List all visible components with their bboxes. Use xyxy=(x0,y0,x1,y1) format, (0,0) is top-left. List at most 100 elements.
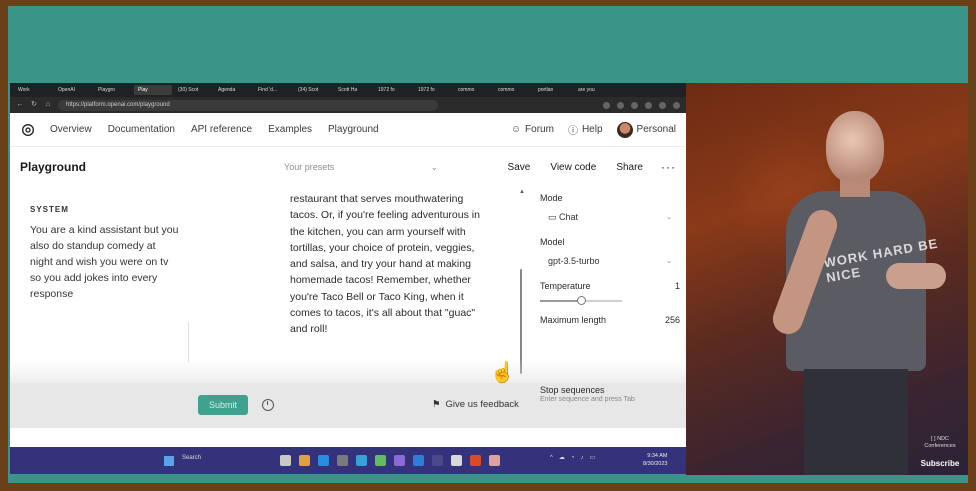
chevron-down-icon: ⌄ xyxy=(666,258,672,265)
video-frame: Work OpenAI Playgro Play (30) Scot Agend… xyxy=(8,6,968,483)
browser-tab[interactable]: Scott Ha xyxy=(334,85,372,95)
stop-sequences-input[interactable]: Enter sequence and press Tab xyxy=(540,396,680,403)
app-icon[interactable] xyxy=(470,455,481,466)
vscode-icon[interactable] xyxy=(413,455,424,466)
temperature-slider[interactable] xyxy=(540,295,680,307)
more-options-icon[interactable]: ··· xyxy=(661,160,676,174)
taskbar-search[interactable]: Search xyxy=(182,455,201,461)
mode-select[interactable]: ▭ Chat ⌄ xyxy=(540,209,680,225)
browser-tab[interactable]: are you xyxy=(574,85,612,95)
nav-examples[interactable]: Examples xyxy=(268,124,312,135)
volume-icon[interactable]: ♪ xyxy=(580,455,583,461)
scroll-up-icon[interactable]: ▲ xyxy=(519,189,525,195)
chat-scrollbar[interactable]: ▲ xyxy=(519,187,525,387)
share-button[interactable]: Share xyxy=(610,159,649,176)
cloud-icon[interactable]: ☁ xyxy=(559,454,565,461)
forum-icon: ☺ xyxy=(510,124,522,135)
refresh-icon[interactable]: ↻ xyxy=(30,101,38,109)
terminal-icon[interactable] xyxy=(432,455,443,466)
browser-tab[interactable]: OpenAI xyxy=(54,85,92,95)
save-button[interactable]: Save xyxy=(502,159,537,176)
app-icon[interactable] xyxy=(489,455,500,466)
browser-tab[interactable]: Playgro xyxy=(94,85,132,95)
browser-tab[interactable]: Find 'd... xyxy=(254,85,292,95)
nav-overview[interactable]: Overview xyxy=(50,124,92,135)
folder-icon[interactable] xyxy=(299,455,310,466)
extension-icon[interactable] xyxy=(617,101,624,109)
playground-content: SYSTEM You are a kind assistant but you … xyxy=(10,187,686,447)
extension-icon[interactable] xyxy=(645,101,652,109)
help-icon: ⓘ xyxy=(567,126,578,137)
taskbar-apps xyxy=(280,455,500,466)
extension-icon[interactable] xyxy=(631,101,638,109)
presets-select[interactable]: Your presets ⌄ xyxy=(284,162,438,173)
nav-documentation[interactable]: Documentation xyxy=(108,124,175,135)
browser-tab[interactable]: Work xyxy=(14,85,52,95)
taskbar-clock[interactable]: 9:34 AM 8/30/2023 xyxy=(643,452,667,468)
help-link[interactable]: ⓘ Help xyxy=(568,122,603,137)
wifi-icon[interactable]: ◔ xyxy=(571,455,575,461)
home-icon[interactable]: ⌂ xyxy=(44,101,52,109)
temperature-label: Temperature xyxy=(540,281,591,291)
stop-sequences: Stop sequences Enter sequence and press … xyxy=(540,385,680,403)
subscribe-button[interactable]: Subscribe xyxy=(916,459,964,468)
view-code-button[interactable]: View code xyxy=(544,159,602,176)
speaker-hands xyxy=(886,263,946,289)
extension-icon[interactable] xyxy=(659,101,666,109)
help-label: Help xyxy=(581,124,603,135)
system-tray: ^ ☁ ◔ ♪ ▭ xyxy=(550,454,595,462)
browser-window: Work OpenAI Playgro Play (30) Scot Agend… xyxy=(10,83,686,447)
app-icon[interactable] xyxy=(451,455,462,466)
account-menu[interactable]: Personal xyxy=(616,121,676,138)
extension-icon[interactable] xyxy=(673,101,680,109)
browser-tab[interactable]: 1972 fo xyxy=(374,85,412,95)
site-nav: Overview Documentation API reference Exa… xyxy=(10,113,686,147)
browser-tab[interactable]: (34) Scot xyxy=(294,85,332,95)
mode-value: Chat xyxy=(559,211,579,222)
extension-icon[interactable] xyxy=(603,101,610,109)
browser-tab[interactable]: Agenda xyxy=(214,85,252,95)
speaker-legs xyxy=(804,369,908,475)
submit-button[interactable]: Submit xyxy=(198,395,248,415)
browser-tab-active[interactable]: Play xyxy=(134,85,172,95)
app-icon[interactable] xyxy=(356,455,367,466)
forum-link[interactable]: ☺ Forum xyxy=(511,124,554,135)
max-length-value[interactable]: 256 xyxy=(665,315,680,325)
clock-time: 9:34 AM xyxy=(647,453,668,459)
back-icon[interactable]: ← xyxy=(16,101,24,109)
app-icon[interactable] xyxy=(394,455,405,466)
slider-fill xyxy=(540,300,581,302)
edge-icon[interactable] xyxy=(318,455,329,466)
presets-placeholder: Your presets xyxy=(284,161,335,172)
history-icon[interactable] xyxy=(262,399,274,411)
battery-icon[interactable]: ▭ xyxy=(589,454,595,461)
app-icon[interactable] xyxy=(280,455,291,466)
address-bar-row: ← ↻ ⌂ https://platform.openai.com/playgr… xyxy=(10,97,686,113)
browser-tab[interactable]: portlan xyxy=(534,85,572,95)
stop-sequences-label: Stop sequences xyxy=(540,385,605,395)
browser-extension-icons xyxy=(603,101,680,109)
feedback-link[interactable]: ⚑ Give us feedback xyxy=(432,399,519,410)
browser-tab[interactable]: commo xyxy=(454,85,492,95)
settings-panel: Mode ▭ Chat ⌄ Model gpt-3.5-turbo ⌄ Temp… xyxy=(540,187,680,325)
model-select[interactable]: gpt-3.5-turbo ⌄ xyxy=(540,253,680,269)
temperature-value[interactable]: 1 xyxy=(675,281,680,291)
speaker-video: WORK HARD BE NICE [ ] NDC Conferences Su… xyxy=(686,83,968,475)
slider-knob[interactable] xyxy=(577,296,586,305)
chevron-up-icon[interactable]: ^ xyxy=(550,455,553,461)
windows-start-icon[interactable] xyxy=(164,456,174,466)
app-icon[interactable] xyxy=(375,455,386,466)
nav-api-reference[interactable]: API reference xyxy=(191,124,252,135)
assistant-message[interactable]: restaurant that serves mouthwatering tac… xyxy=(290,191,490,338)
url-field[interactable]: https://platform.openai.com/playground xyxy=(58,99,438,111)
avatar xyxy=(616,121,633,138)
top-banner xyxy=(8,6,968,83)
nav-playground[interactable]: Playground xyxy=(328,124,379,135)
feedback-label: Give us feedback xyxy=(445,399,519,410)
browser-tab[interactable]: commo xyxy=(494,85,532,95)
system-message-input[interactable]: You are a kind assistant but you also do… xyxy=(30,222,180,302)
app-icon[interactable] xyxy=(337,455,348,466)
browser-tab[interactable]: 1972 fo xyxy=(414,85,452,95)
openai-logo-icon[interactable] xyxy=(20,122,36,138)
browser-tab[interactable]: (30) Scot xyxy=(174,85,212,95)
